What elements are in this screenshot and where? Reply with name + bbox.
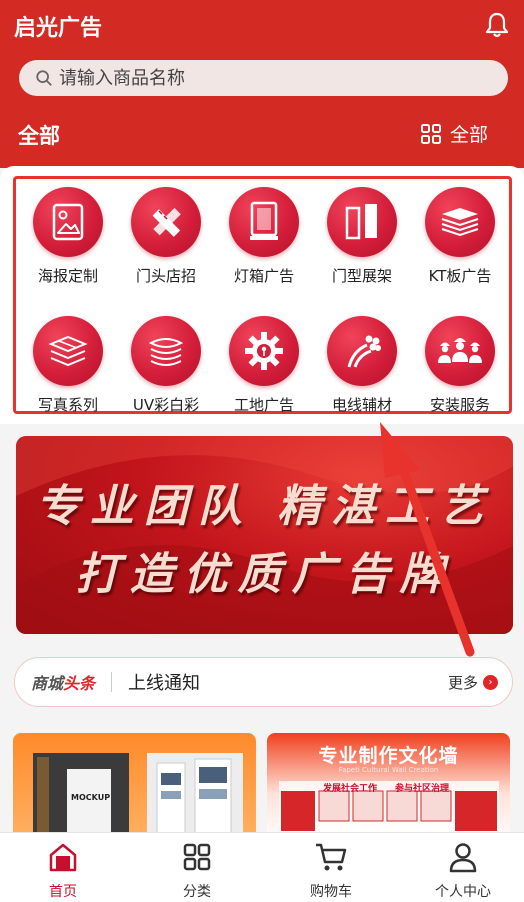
workers-icon [438, 338, 482, 363]
user-icon [449, 843, 477, 873]
category-poster[interactable]: 海报定制 [23, 187, 113, 286]
product-card-culture-wall[interactable]: 专业制作文化墙 Fapeti Cultural Wall Creation 发展… [267, 733, 510, 843]
tab-category[interactable]: 分类 [142, 841, 252, 901]
board-stack-icon [441, 208, 479, 237]
news-divider [111, 672, 113, 692]
category-circle [131, 316, 201, 386]
news-brand: 商城头条 [31, 670, 95, 694]
promo-banner[interactable]: 专业团队 精湛工艺 打造优质广告牌 [16, 436, 513, 634]
grid-icon [420, 123, 441, 144]
app-screen: 启光广告 全部 全部 [0, 0, 524, 902]
header: 启光广告 全部 全部 [0, 0, 524, 168]
grid-icon [183, 843, 211, 871]
category-cable-materials[interactable]: 电线辅材 [317, 316, 407, 415]
category-circle [33, 187, 103, 257]
category-label: 门型展架 [331, 267, 392, 285]
door-stand-icon [345, 204, 377, 240]
culture-wall-board-2: 参与社区治理 [395, 784, 450, 794]
paper-stack-icon [148, 338, 184, 366]
tab-label: 首页 [49, 884, 77, 900]
banner-background-art [16, 436, 513, 634]
banner-line-2: 打造优质广告牌 [75, 549, 454, 600]
category-label: 电线辅材 [331, 396, 392, 414]
cable-icon [347, 335, 381, 368]
category-title: 全部 [18, 124, 60, 148]
category-installation[interactable]: 安装服务 [415, 316, 505, 415]
search-input[interactable] [59, 67, 479, 89]
category-label: 海报定制 [37, 267, 98, 285]
all-categories-button[interactable]: 全部 [420, 120, 488, 147]
category-construction-ads[interactable]: 工地广告 [219, 316, 309, 415]
bottom-tab-bar: 首页 分类 购物车 个人中心 [0, 832, 524, 902]
category-circle [229, 316, 299, 386]
category-door-stand[interactable]: 门型展架 [317, 187, 407, 286]
lightbox-icon [250, 201, 278, 240]
news-more-button[interactable]: 更多 › [448, 672, 498, 693]
app-title: 启光广告 [14, 16, 103, 41]
cart-icon [316, 843, 347, 871]
chevron-right-icon: › [483, 674, 498, 690]
home-icon [49, 843, 77, 872]
category-circle [327, 187, 397, 257]
category-circle [229, 187, 299, 257]
category-circle [327, 316, 397, 386]
product-card-mockup[interactable]: MOCKUP [13, 733, 256, 843]
category-circle [131, 187, 201, 257]
tab-home[interactable]: 首页 [8, 841, 118, 901]
category-uv-print[interactable]: UV彩白彩 [121, 316, 211, 415]
news-brand-part-a: 商城 [31, 674, 64, 693]
category-storefront-sign[interactable]: 门头店招 [121, 187, 211, 286]
category-photo-print[interactable]: 写真系列 [23, 316, 113, 415]
pencil-ruler-icon [152, 207, 181, 237]
news-brand-part-b: 头条 [63, 674, 96, 693]
category-label: 工地广告 [233, 396, 294, 414]
news-ticker[interactable]: 商城头条 上线通知 更多 › [14, 657, 513, 707]
all-categories-label: 全部 [449, 124, 488, 146]
search-icon [36, 70, 52, 86]
tab-label: 个人中心 [435, 884, 491, 900]
banner-line-1: 专业团队 精湛工艺 [35, 481, 494, 532]
category-circle [425, 316, 495, 386]
category-label: 门头店招 [135, 267, 196, 285]
category-label: 安装服务 [429, 396, 490, 414]
mockup-card-label: MOCKUP [71, 793, 111, 802]
category-lightbox[interactable]: 灯箱广告 [219, 187, 309, 286]
mockup-card-art [33, 753, 243, 843]
layers-icon [48, 335, 88, 367]
news-more-label: 更多 [447, 673, 478, 692]
culture-wall-art [279, 781, 499, 841]
category-label: UV彩白彩 [132, 396, 200, 414]
image-icon [52, 203, 84, 241]
category-label: 灯箱广告 [233, 267, 294, 285]
gear-icon [245, 332, 283, 370]
tab-cart[interactable]: 购物车 [276, 841, 386, 901]
tab-label: 分类 [183, 884, 211, 900]
category-label: KT板广告 [428, 267, 492, 285]
news-headline[interactable]: 上线通知 [128, 669, 448, 695]
category-circle [33, 316, 103, 386]
tab-profile[interactable]: 个人中心 [408, 841, 518, 901]
category-kt-board[interactable]: KT板广告 [415, 187, 505, 286]
culture-wall-board-1: 发展社会工作 [323, 784, 378, 794]
category-label: 写真系列 [37, 396, 98, 414]
category-circle [425, 187, 495, 257]
bell-icon[interactable] [482, 10, 512, 40]
search-bar[interactable] [19, 60, 508, 96]
tab-label: 购物车 [310, 884, 352, 900]
